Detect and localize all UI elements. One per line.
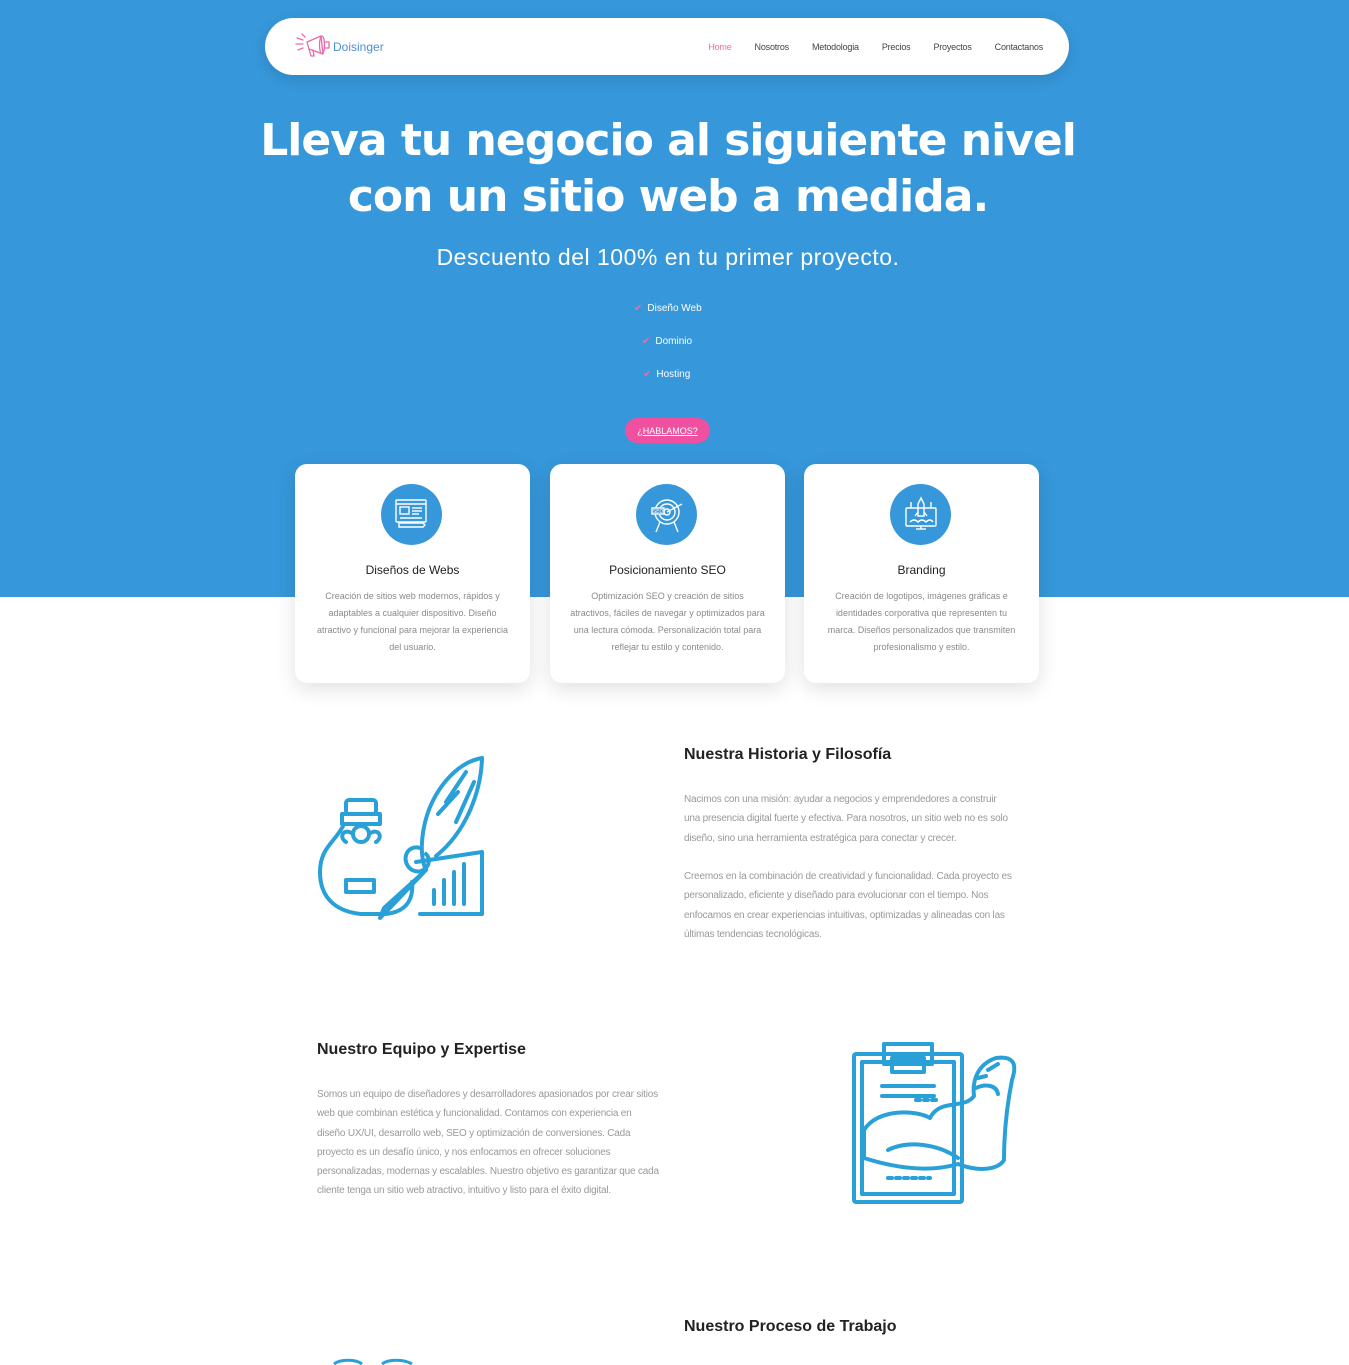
service-title: Diseños de Webs [365,563,460,577]
svg-text:SEO: SEO [653,509,663,515]
megaphone-icon [295,33,330,57]
service-card-web: Diseños de Webs Creación de sitios web m… [295,464,530,683]
history-text-1: Nacimos con una misión: ayudar a negocio… [684,794,1008,844]
hero-title: Lleva tu negocio al siguiente nivel con … [0,113,1336,225]
nav-precios[interactable]: Precios [882,42,911,52]
check-item: ✔ Hosting [643,369,690,380]
hero-title-line-2: con un sitio web a medida. [347,171,989,222]
navbar: Doisinger Home Nosotros Metodologia Prec… [265,18,1069,75]
check-item: ✔ Dominio [642,336,692,347]
brand-name: Doisinger [333,40,384,54]
check-icon: ✔ [643,369,652,380]
process-title: Nuestro Proceso de Trabajo [684,1318,897,1335]
service-text: Creación de sitios web modernos, rápidos… [316,591,509,652]
seo-target-icon: SEO [636,484,697,545]
nav-contactanos[interactable]: Contactanos [995,42,1044,52]
hero-title-line-1: Lleva tu negocio al siguiente nivel [260,115,1077,166]
hero-subtitle: Descuento del 100% en tu primer proyecto… [436,244,900,270]
service-title: Branding [897,563,946,577]
nav-home[interactable]: Home [708,42,731,52]
service-card-branding: Branding Creación de logotipos, imágenes… [804,464,1039,683]
ink-quill-icon [318,756,484,920]
hablamos-button[interactable]: ¿HABLAMOS? [625,418,710,443]
team-title: Nuestro Equipo y Expertise [317,1041,526,1058]
check-label: Dominio [655,336,693,347]
history-title: Nuestra Historia y Filosofía [684,746,892,763]
nav-metodologia[interactable]: Metodologia [812,42,859,52]
clipboard-muscle-icon [852,1042,1017,1204]
check-label: Diseño Web [647,303,702,314]
nav-nosotros[interactable]: Nosotros [755,42,790,52]
service-text: Optimización SEO y creación de sitios at… [570,591,765,652]
history-text-2: Creemos en la combinación de creatividad… [684,871,1012,940]
service-text: Creación de logotipos, imágenes gráficas… [827,591,1016,652]
check-icon: ✔ [634,303,643,314]
branding-rocket-icon [890,484,951,545]
main-nav: Home Nosotros Metodologia Precios Proyec… [685,18,1043,75]
logo[interactable]: Doisinger [293,26,403,66]
service-title: Posicionamiento SEO [609,563,726,577]
check-label: Hosting [656,369,691,380]
team-text: Somos un equipo de diseñadores y desarro… [317,1089,659,1197]
nav-proyectos[interactable]: Proyectos [933,42,971,52]
check-icon: ✔ [642,336,651,347]
service-card-seo: SEO Posicionamiento SEO Optimización SEO… [550,464,785,683]
process-illustration-icon [333,1358,413,1365]
web-design-icon [381,484,442,545]
check-item: ✔ Diseño Web [634,303,702,314]
